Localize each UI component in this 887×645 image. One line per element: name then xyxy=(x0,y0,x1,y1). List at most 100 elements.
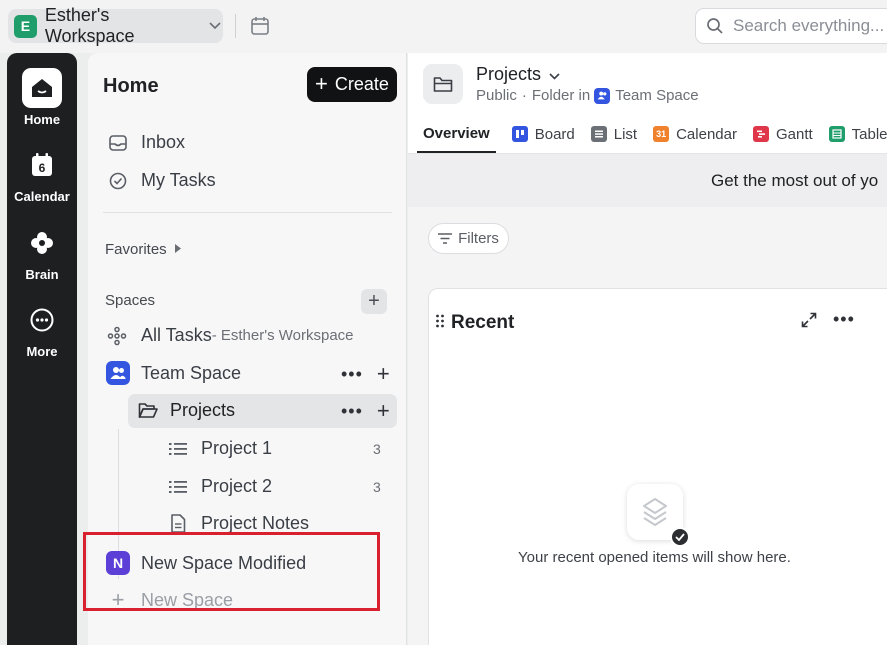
sidebar-item-all-tasks[interactable]: All Tasks - Esther's Workspace xyxy=(107,325,354,346)
tab-list-label: List xyxy=(613,125,638,143)
project-notes-label: Project Notes xyxy=(201,513,310,533)
check-circle-icon xyxy=(108,171,128,191)
gantt-icon xyxy=(752,126,769,142)
sidebar-item-inbox[interactable]: Inbox xyxy=(108,132,185,153)
more-icon[interactable]: ••• xyxy=(833,309,855,330)
sidebar-item-project-notes[interactable]: Project Notes xyxy=(168,513,309,534)
caret-right-icon xyxy=(174,240,181,258)
divider xyxy=(103,212,392,213)
plus-icon[interactable]: + xyxy=(377,400,390,422)
workspace-switcher[interactable]: E Esther's Workspace xyxy=(8,5,223,46)
task-count: 3 xyxy=(373,479,381,495)
sidebar-item-project-1[interactable]: Project 1 xyxy=(168,438,272,459)
my-tasks-label: My Tasks xyxy=(141,170,216,190)
favorites-label: Favorites xyxy=(105,240,167,258)
chevron-down-icon xyxy=(209,19,223,33)
rail-more[interactable]: More xyxy=(7,300,77,359)
create-button[interactable]: + Create xyxy=(307,67,397,102)
tab-gantt-label: Gantt xyxy=(775,125,813,143)
filters-button[interactable]: Filters xyxy=(428,223,509,254)
all-tasks-icon xyxy=(107,326,127,346)
calendar-icon: 31 xyxy=(653,126,670,142)
left-rail: Home 6 Calendar Brain More xyxy=(7,53,77,645)
more-icon[interactable]: ••• xyxy=(341,365,363,383)
rail-more-label: More xyxy=(26,344,58,359)
search-input[interactable]: Search everything... xyxy=(695,8,887,44)
project-1-label: Project 1 xyxy=(201,438,273,458)
tab-list[interactable]: List xyxy=(590,115,638,153)
doc-icon xyxy=(168,514,188,534)
workspace-badge: E xyxy=(14,14,37,38)
sidebar-item-projects[interactable]: Projects xyxy=(138,400,235,421)
team-icon xyxy=(106,361,130,385)
rail-brain-label: Brain xyxy=(25,267,59,282)
calendar-icon: 6 xyxy=(22,145,62,185)
table-icon xyxy=(828,126,845,142)
search-icon xyxy=(707,18,723,34)
inbox-label: Inbox xyxy=(141,132,186,152)
create-label: Create xyxy=(334,74,389,94)
drag-handle-icon[interactable] xyxy=(435,314,445,328)
project-2-label: Project 2 xyxy=(201,476,273,496)
rail-brain[interactable]: Brain xyxy=(7,223,77,282)
list-icon xyxy=(168,477,188,497)
view-tabs: Overview Board List 31 Calendar Gantt Ta… xyxy=(417,115,887,153)
projects-actions: ••• + xyxy=(341,400,390,422)
folder-meta: Public · Folder in Team Space xyxy=(476,87,699,104)
folder-in-label: Folder in xyxy=(531,87,591,104)
add-space-button[interactable]: + xyxy=(361,289,387,314)
team-space-actions: ••• + xyxy=(341,363,390,385)
sidebar-title: Home xyxy=(103,75,159,97)
rail-calendar[interactable]: 6 Calendar xyxy=(7,145,77,204)
task-count: 3 xyxy=(373,441,381,457)
spaces-label: Spaces xyxy=(105,292,156,309)
tab-table[interactable]: Table xyxy=(828,115,887,153)
projects-label: Projects xyxy=(170,400,236,420)
parent-space-link[interactable]: Team Space xyxy=(615,87,698,104)
tab-overview[interactable]: Overview xyxy=(417,115,496,153)
favorites-section[interactable]: Favorites xyxy=(105,240,181,258)
list-icon xyxy=(168,439,188,459)
rail-home-label: Home xyxy=(23,112,61,127)
expand-icon[interactable] xyxy=(801,312,817,328)
tab-gantt[interactable]: Gantt xyxy=(752,115,813,153)
visibility-label: Public xyxy=(476,87,517,104)
sidebar-item-project-2[interactable]: Project 2 xyxy=(168,476,272,497)
team-space-label: Team Space xyxy=(141,362,242,383)
empty-state-text: Your recent opened items will show here. xyxy=(518,549,791,566)
sidebar-item-my-tasks[interactable]: My Tasks xyxy=(108,170,216,191)
annotation-highlight-box xyxy=(83,532,380,611)
top-bar: E Esther's Workspace Search everything..… xyxy=(0,0,887,53)
rail-home[interactable]: Home xyxy=(7,68,77,127)
main-content: Projects Public · Folder in Team Space O… xyxy=(408,53,887,645)
recent-title: Recent xyxy=(451,312,515,333)
calendar-icon[interactable] xyxy=(249,15,271,37)
check-icon xyxy=(670,527,690,547)
filter-icon xyxy=(438,233,453,244)
chevron-down-icon xyxy=(549,64,560,85)
promo-banner-text: Get the most out of yo xyxy=(711,171,879,190)
all-tasks-workspace: - Esther's Workspace xyxy=(211,327,354,344)
more-icon xyxy=(22,300,62,340)
inbox-icon xyxy=(108,133,128,153)
tab-overview-label: Overview xyxy=(423,124,490,142)
tab-calendar[interactable]: 31 Calendar xyxy=(653,115,737,153)
tab-board[interactable]: Board xyxy=(511,115,575,153)
brain-icon xyxy=(22,223,62,263)
sidebar-item-team-space[interactable]: Team Space xyxy=(106,361,241,385)
filters-label: Filters xyxy=(458,230,499,247)
folder-title[interactable]: Projects xyxy=(476,64,560,85)
folder-open-icon xyxy=(138,401,158,421)
home-icon xyxy=(22,68,62,108)
tab-board-label: Board xyxy=(534,125,575,143)
rail-calendar-label: Calendar xyxy=(14,189,70,204)
recent-card: Recent ••• Your recent opened items will… xyxy=(428,288,887,645)
more-icon[interactable]: ••• xyxy=(341,402,363,420)
separator-dot: · xyxy=(521,87,527,104)
tab-table-label: Table xyxy=(851,125,887,143)
tab-calendar-label: Calendar xyxy=(676,125,737,143)
divider xyxy=(235,14,236,38)
plus-icon[interactable]: + xyxy=(377,363,390,385)
workspace-name: Esther's Workspace xyxy=(44,5,135,46)
folder-icon xyxy=(423,64,463,104)
